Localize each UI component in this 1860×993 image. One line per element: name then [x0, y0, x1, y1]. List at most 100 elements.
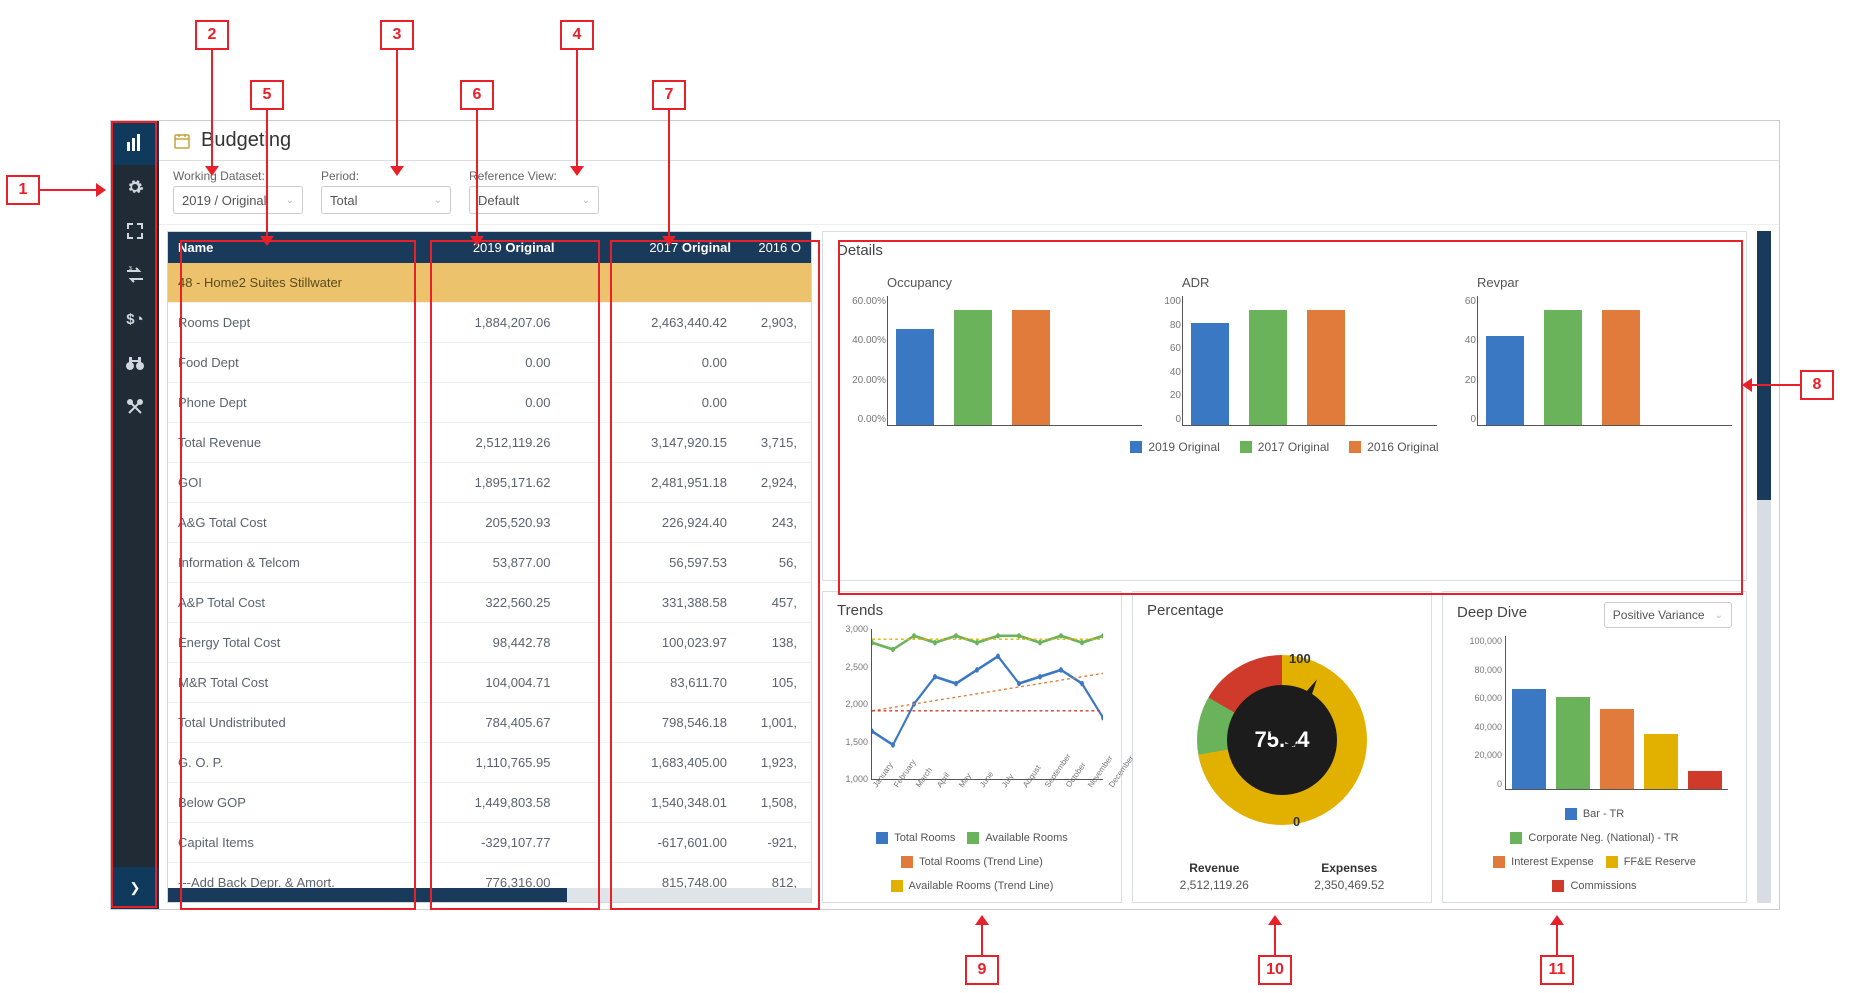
table-row[interactable]: Total Revenue2,512,119.263,147,920.153,7… [168, 423, 811, 463]
table-row[interactable]: Phone Dept0.000.00 [168, 383, 811, 423]
callout-8: 8 [1800, 370, 1834, 400]
cell-name: A&G Total Cost [168, 515, 388, 530]
table-row[interactable]: Energy Total Cost98,442.78100,023.97138, [168, 623, 811, 663]
sidebar-item-transfer[interactable]: $ [111, 253, 159, 297]
cell-2016: 138, [741, 635, 811, 650]
sidebar-item-expand-view[interactable] [111, 209, 159, 253]
scrollbar-thumb[interactable] [1757, 231, 1771, 500]
table-row[interactable]: Food Dept0.000.00 [168, 343, 811, 383]
cell-2016: 105, [741, 675, 811, 690]
cell-name: Phone Dept [168, 395, 388, 410]
cell-2017: 83,611.70 [565, 675, 742, 690]
titlebar: Budgeting [159, 121, 1779, 161]
trends-panel: Trends 3,0002,5002,0001,5001,000 January… [822, 591, 1122, 903]
legend-label: Interest Expense [1511, 856, 1594, 868]
deepdive-panel: Deep Dive Positive Variance ⌄ 100,00080,… [1442, 591, 1747, 903]
table-row[interactable]: M&R Total Cost104,004.7183,611.70105, [168, 663, 811, 703]
cell-2019: 1,449,803.58 [388, 795, 565, 810]
chevron-right-icon: ❯ [130, 880, 141, 896]
chevron-down-icon: ⌄ [582, 195, 590, 206]
expenses-label: Expenses [1314, 861, 1384, 875]
table-row[interactable]: Capital Items-329,107.77-617,601.00-921, [168, 823, 811, 863]
cell-2019: 98,442.78 [388, 635, 565, 650]
v-scrollbar[interactable] [1757, 231, 1771, 903]
cell-name: Total Undistributed [168, 715, 388, 730]
calendar-icon [173, 132, 191, 150]
sidebar: $ $◔ ❯ [111, 121, 159, 909]
cell-2019: 104,004.71 [388, 675, 565, 690]
expand-icon [126, 222, 144, 240]
cell-2016: 1,923, [741, 755, 811, 770]
table-row[interactable]: 48 - Home2 Suites Stillwater [168, 263, 811, 303]
bar [1191, 323, 1229, 425]
callout-7: 7 [652, 80, 686, 110]
table-row[interactable]: Below GOP1,449,803.581,540,348.011,508, [168, 783, 811, 823]
budget-table: Name 2019 Original 2017 Original 2016 O … [167, 231, 812, 903]
col-2017[interactable]: 2017 Original [565, 232, 742, 263]
legend-label: Commissions [1570, 880, 1636, 892]
cell-2017: 0.00 [565, 355, 742, 370]
percentage-panel: Percentage 100 75.44 0 Revenue2, [1132, 591, 1432, 903]
cell-2016: 1,508, [741, 795, 811, 810]
table-row[interactable]: A&G Total Cost205,520.93226,924.40243, [168, 503, 811, 543]
working-dataset-select[interactable]: 2019 / Original ⌄ [173, 186, 303, 214]
sidebar-item-settings[interactable] [111, 165, 159, 209]
legend-swatch [876, 832, 888, 844]
table-row[interactable]: ---Add Back Depr. & Amort.776,316.00815,… [168, 863, 811, 888]
sidebar-item-tools[interactable] [111, 385, 159, 429]
col-name[interactable]: Name [168, 232, 388, 263]
legend-label: Available Rooms [985, 832, 1067, 844]
cell-2019: 0.00 [388, 355, 565, 370]
deepdive-select[interactable]: Positive Variance ⌄ [1604, 602, 1732, 628]
bar [954, 310, 992, 425]
cell-2017: 1,683,405.00 [565, 755, 742, 770]
callout-6: 6 [460, 80, 494, 110]
cell-2017: 815,748.00 [565, 875, 742, 888]
table-row[interactable]: GOI1,895,171.622,481,951.182,924, [168, 463, 811, 503]
period-select[interactable]: Total ⌄ [321, 186, 451, 214]
col-2016[interactable]: 2016 O [741, 232, 811, 263]
cell-name: Rooms Dept [168, 315, 388, 330]
cell-2019: 776,316.00 [388, 875, 565, 888]
details-panel: Details Occupancy60.00%40.00%20.00%0.00%… [822, 231, 1747, 581]
sidebar-item-search[interactable] [111, 341, 159, 385]
legend-swatch [891, 880, 903, 892]
table-row[interactable]: G. O. P.1,110,765.951,683,405.001,923, [168, 743, 811, 783]
table-row[interactable]: Total Undistributed784,405.67798,546.181… [168, 703, 811, 743]
bar [1556, 697, 1590, 789]
deepdive-chart: 100,00080,00060,00040,00020,0000 [1505, 636, 1728, 790]
kpi-chart: Occupancy60.00%40.00%20.00%0.00% [887, 275, 1142, 426]
cell-name: Capital Items [168, 835, 388, 850]
deepdive-select-value: Positive Variance [1613, 608, 1705, 622]
cell-2019: 205,520.93 [388, 515, 565, 530]
bar [1307, 310, 1345, 425]
cell-2017: 226,924.40 [565, 515, 742, 530]
cell-2017: 2,481,951.18 [565, 475, 742, 490]
sidebar-item-dashboard[interactable] [111, 121, 159, 165]
scrollbar-thumb[interactable] [168, 888, 567, 902]
sidebar-item-revenue[interactable]: $◔ [111, 297, 159, 341]
cell-2019: 2,512,119.26 [388, 435, 565, 450]
bar [1688, 771, 1722, 789]
gauge-max: 100 [1289, 651, 1311, 666]
table-row[interactable]: A&P Total Cost322,560.25331,388.58457, [168, 583, 811, 623]
revenue-value: 2,512,119.26 [1180, 878, 1249, 892]
legend-label: Corporate Neg. (National) - TR [1528, 832, 1678, 844]
callout-3: 3 [380, 20, 414, 50]
table-h-scrollbar[interactable] [168, 888, 811, 902]
bar [1249, 310, 1287, 425]
app-window: $ $◔ ❯ [110, 120, 1780, 910]
details-legend: 2019 Original 2017 Original 2016 Origina… [837, 440, 1732, 454]
cell-2019: 0.00 [388, 395, 565, 410]
sidebar-expand-button[interactable]: ❯ [111, 867, 159, 909]
table-row[interactable]: Rooms Dept1,884,207.062,463,440.422,903, [168, 303, 811, 343]
cell-name: M&R Total Cost [168, 675, 388, 690]
cell-2017: 2,463,440.42 [565, 315, 742, 330]
reference-view-select[interactable]: Default ⌄ [469, 186, 599, 214]
cell-2017: 3,147,920.15 [565, 435, 742, 450]
table-row[interactable]: Information & Telcom53,877.0056,597.5356… [168, 543, 811, 583]
transfer-icon: $ [125, 266, 145, 284]
legend-label: Total Rooms [894, 832, 955, 844]
expenses-value: 2,350,469.52 [1314, 878, 1384, 892]
details-title: Details [837, 242, 1732, 259]
